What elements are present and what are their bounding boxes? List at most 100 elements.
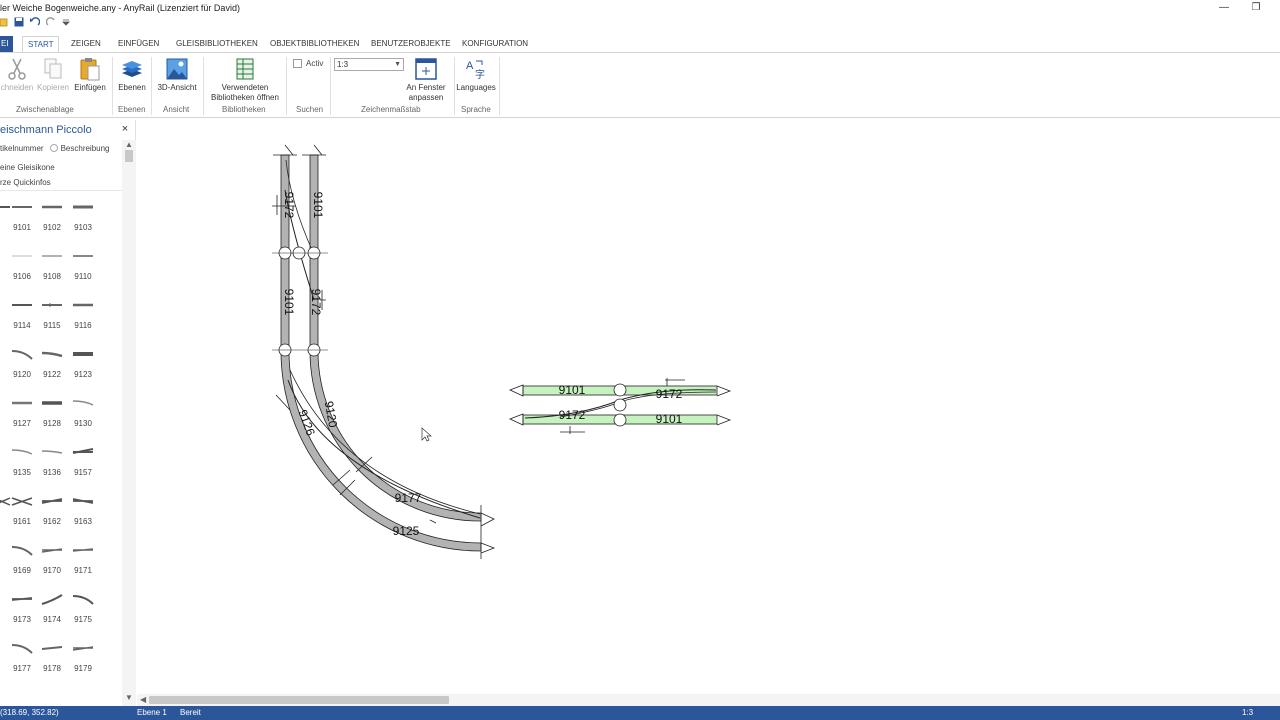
scale-select[interactable]: 1:3 ▼ [334, 58, 404, 71]
catalog-item[interactable]: 9179 [69, 641, 97, 681]
undo-icon[interactable] [30, 17, 41, 31]
radio-beschreibung-label[interactable]: Beschreibung [61, 144, 110, 153]
catalog-item[interactable]: 9108 [38, 249, 66, 289]
catalog-item[interactable]: 9110 [69, 249, 97, 289]
tab-konfiguration[interactable]: KONFIGURATION [462, 36, 528, 52]
catalog-item[interactable]: 9177 [8, 641, 36, 681]
track-catalog: 9101 9102 9103 9106 9108 9110 9114 9115 … [0, 200, 122, 700]
catalog-item[interactable]: 9103 [69, 200, 97, 240]
fit-to-window-button[interactable]: An Fenster anpassen [404, 57, 448, 103]
option-small-icons[interactable]: eine Gleisikone [0, 163, 55, 172]
copy-icon [44, 58, 62, 79]
track-end-marker [716, 385, 732, 426]
open-libraries-button[interactable]: Verwendeten Bibliotheken öffnen [206, 57, 284, 103]
track-glyph-icon [12, 304, 32, 306]
tab-einfuegen[interactable]: EINFÜGEN [118, 36, 159, 52]
catalog-item[interactable]: 9162 [38, 494, 66, 534]
catalog-item[interactable]: 9174 [38, 592, 66, 632]
catalog-item[interactable]: 9157 [69, 445, 97, 485]
redo-icon[interactable] [45, 17, 56, 31]
catalog-scrollbar[interactable]: ▲ ▼ [122, 140, 136, 706]
catalog-item[interactable]: 9163 [69, 494, 97, 534]
catalog-item[interactable]: 9135 [8, 445, 36, 485]
catalog-item[interactable]: 9128 [38, 396, 66, 436]
layout-canvas[interactable]: 9172 9101 9101 9172 9126 9120 9177 9125 [137, 120, 1280, 694]
ribbon-separator [112, 57, 113, 115]
tab-zeigen[interactable]: ZEIGEN [71, 36, 101, 52]
catalog-item[interactable]: 9101 [8, 200, 36, 240]
quick-access-toolbar [0, 17, 70, 31]
tab-file[interactable]: EI [0, 36, 13, 52]
status-text: Bereit [180, 708, 201, 717]
customize-icon[interactable] [62, 17, 70, 31]
activ-checkbox[interactable] [293, 59, 302, 68]
track-label: 9172 [559, 408, 586, 422]
paste-button[interactable]: Einfügen [72, 57, 108, 93]
track-glyph-icon [42, 401, 62, 405]
catalog-item[interactable]: 9123 [69, 347, 97, 387]
track-connector[interactable] [613, 413, 627, 427]
track-glyph-icon [41, 548, 63, 553]
catalog-item[interactable]: 9122 [38, 347, 66, 387]
view-3d-label: 3D-Ansicht [157, 83, 197, 92]
track-glyph-icon [41, 450, 63, 454]
layers-button[interactable]: Ebenen [115, 57, 149, 93]
paste-label: Einfügen [74, 83, 106, 92]
track-glyph-icon [72, 548, 94, 552]
catalog-item[interactable]: 9130 [69, 396, 97, 436]
catalog-item[interactable]: 9175 [69, 592, 97, 632]
catalog-item[interactable]: 9170 [38, 543, 66, 583]
catalog-item[interactable]: 9106 [8, 249, 36, 289]
view-3d-button[interactable]: 3D-Ansicht [154, 57, 200, 93]
catalog-item[interactable]: 9171 [69, 543, 97, 583]
languages-button[interactable]: A 字 Languages [456, 57, 496, 93]
scroll-up-icon[interactable]: ▲ [125, 140, 133, 149]
catalog-item[interactable]: 9136 [38, 445, 66, 485]
right-track-group: 9101 9172 9172 9101 [508, 378, 732, 434]
restore-button[interactable]: ❐ [1246, 1, 1266, 15]
scroll-thumb[interactable] [125, 150, 133, 162]
copy-button[interactable]: Kopieren [36, 57, 70, 93]
catalog-item[interactable]: 9178 [38, 641, 66, 681]
catalog-item[interactable]: 9120 [8, 347, 36, 387]
option-short-tooltips[interactable]: rze Quickinfos [0, 178, 51, 187]
track-glyph-icon [11, 644, 33, 654]
track-connector[interactable] [613, 383, 627, 397]
catalog-item[interactable]: 9127 [8, 396, 36, 436]
track-glyph-icon [11, 350, 33, 360]
catalog-item[interactable]: 9114 [8, 298, 36, 338]
catalog-item[interactable]: 9115 [38, 298, 66, 338]
track-connector[interactable] [613, 398, 627, 412]
layers-label: Ebenen [118, 83, 146, 92]
curve-outer[interactable] [280, 350, 482, 552]
tab-start[interactable]: START [22, 36, 60, 52]
tab-gleisbibliotheken[interactable]: GLEISBIBLIOTHEKEN [176, 36, 258, 52]
radio-beschreibung[interactable] [49, 144, 58, 152]
close-panel-button[interactable]: × [120, 123, 130, 135]
canvas-horizontal-scrollbar[interactable]: ◀ [137, 694, 1280, 706]
group-sprache: Sprache [461, 105, 491, 114]
track-glyph-icon [11, 546, 33, 556]
left-track-group: 9172 9101 9101 9172 9126 9120 9177 9125 [272, 144, 496, 559]
radio-artikelnummer-label[interactable]: tikelnummer [0, 144, 44, 153]
open-icon[interactable] [0, 17, 8, 31]
save-icon[interactable] [14, 17, 24, 31]
fit-window-label-2: anpassen [408, 93, 444, 102]
library-title: eischmann Piccolo [0, 124, 92, 136]
catalog-item[interactable]: 9161 [8, 494, 36, 534]
cut-button[interactable]: chneiden [0, 57, 34, 93]
track-layout-drawing: 9172 9101 9101 9172 9126 9120 9177 9125 [272, 144, 732, 559]
minimize-button[interactable]: — [1214, 1, 1234, 15]
scroll-thumb[interactable] [149, 696, 449, 704]
catalog-item[interactable]: 9116 [69, 298, 97, 338]
group-ebenen: Ebenen [118, 105, 146, 114]
catalog-item[interactable]: 9169 [8, 543, 36, 583]
scroll-down-icon[interactable]: ▼ [125, 693, 133, 702]
tab-objektbibliotheken[interactable]: OBJEKTBIBLIOTHEKEN [270, 36, 359, 52]
catalog-item[interactable]: 9173 [8, 592, 36, 632]
track-glyph-icon [42, 255, 62, 257]
track-end-marker [273, 144, 326, 156]
tab-benutzerobjekte[interactable]: BENUTZEROBJEKTE [371, 36, 451, 52]
catalog-item[interactable]: 9102 [38, 200, 66, 240]
scroll-left-icon[interactable]: ◀ [140, 694, 146, 706]
